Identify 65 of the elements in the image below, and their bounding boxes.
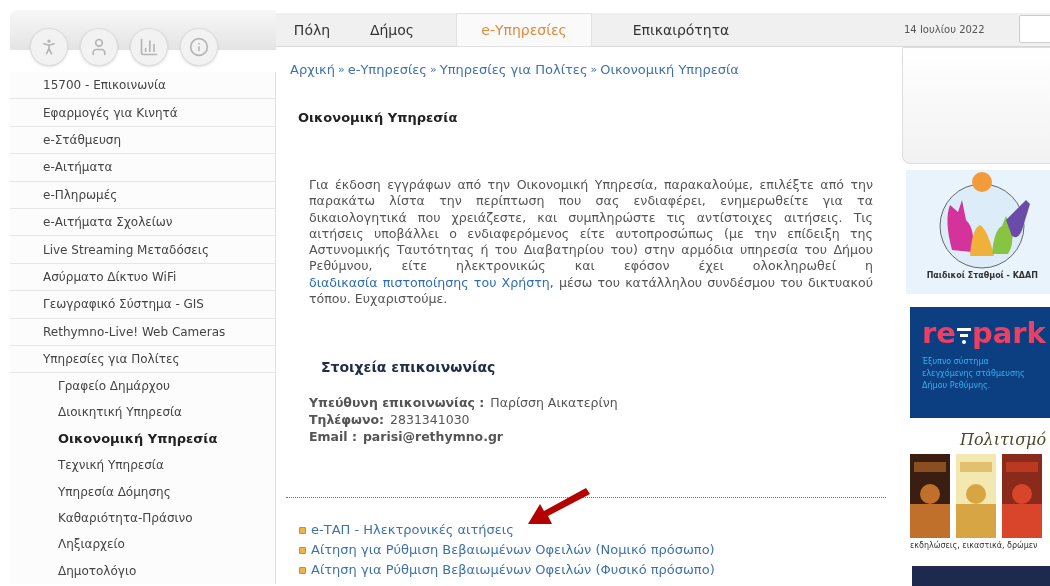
service-link[interactable]: e-ΤΑΠ - Ηλεκτρονικές αιτήσεις xyxy=(311,520,514,541)
service-link[interactable]: Αίτηση για Ρύθμιση Βεβαιωμένων Οφειλών (Νομικό πρόσωπο) xyxy=(311,540,715,561)
search-field[interactable] xyxy=(1018,15,1050,44)
breadcrumb-separator: » xyxy=(590,61,598,78)
breadcrumb-separator: » xyxy=(337,61,345,78)
breadcrumb-link[interactable]: Υπηρεσίες για Πολίτες xyxy=(439,60,588,80)
bar-chart-button[interactable] xyxy=(130,28,168,66)
banner-caption: Παιδικοί Σταθμοί - ΚΔΑΠ xyxy=(926,270,1038,283)
banner-text: ελεγχόμενης στάθμευσης xyxy=(922,367,1026,380)
sidebar-item[interactable]: e-Στάθμευση xyxy=(10,126,275,155)
contact-value: Παρίσση Αικατερίνη xyxy=(490,394,618,412)
breadcrumb-link[interactable]: e-Υπηρεσίες xyxy=(347,60,427,80)
contact-label: Τηλέφωνο: xyxy=(309,411,385,429)
sidebar-item[interactable]: Γραφείο Δημάρχου xyxy=(10,373,275,400)
logo-text: park xyxy=(972,318,1046,348)
sidebar-item[interactable]: Ληξιαρχείο xyxy=(10,531,275,559)
banner-text: Έξυπνο σύστημα xyxy=(922,355,990,368)
sidebar-item[interactable]: 15700 - Επικοινωνία xyxy=(10,72,275,100)
intro-paragraph: Για έκδοση εγγράφων από την Οικονομική Υπηρεσία, παρακαλούμε, επιλέξτε από την παρακάτω λίστα την περίπτωση που σας ενδιαφέρει, ενημερωθείτε για τα δικαιολογητικά που χρειάζεστε, και συμπληρώστε τις αντίστοιχες αιτήσεις. Τις αιτήσεις υποβάλλει ο ενδιαφερόμενος είτε αυτοπροσώπως (με την επίδειξη της Αστυνομικής Ταυτότητας ή του Διαβατηρίου του) στην αρμόδια υπηρεσία του Δήμου Ρεθύμνου, είτε ηλεκτρονικώς και εφόσον έχει ολοκληρωθεί η διαδικασία πιστοποίησης του Χρήστη, μέσω του κατάλληλου συνδέσμου του δικτυακού τόπου. Ευχαριστούμε. xyxy=(309,177,873,308)
certification-link[interactable]: διαδικασία πιστοποίησης του Χρήστη xyxy=(309,274,550,290)
bullet-icon xyxy=(299,566,306,574)
date-text: 14 Ιουλίου 2022 xyxy=(904,22,985,37)
sidebar-item[interactable]: Υπηρεσίες για Πολίτες xyxy=(10,345,275,374)
sidebar-item[interactable]: e-Πληρωμές xyxy=(10,181,275,209)
bullet-icon xyxy=(299,546,306,554)
nav-tab[interactable]: Επικαιρότητα xyxy=(606,13,756,47)
info-button[interactable] xyxy=(180,28,218,66)
breadcrumb-link[interactable]: Οικονομική Υπηρεσία xyxy=(600,60,739,80)
banner-title[interactable]: Πολιτισμό xyxy=(910,428,1050,453)
sidebar-item[interactable]: Οικονομική Υπηρεσία xyxy=(10,426,275,453)
user-icon xyxy=(89,37,109,57)
breadcrumb-separator: » xyxy=(430,61,437,78)
contact-label: Email : xyxy=(309,428,357,446)
sidebar-item[interactable]: Live Streaming Μεταδόσεις xyxy=(10,236,275,264)
dark-banner[interactable] xyxy=(912,566,1050,586)
nav-tab[interactable]: Πόλη xyxy=(282,13,342,47)
breadcrumb-link[interactable]: Αρχική xyxy=(290,60,335,80)
banner-caption: εκδηλώσεις, εικαστικά, δρώμεν xyxy=(910,540,1039,553)
user-button[interactable] xyxy=(80,28,118,66)
section-heading: Στοιχεία επικοινωνίας xyxy=(320,358,497,378)
sidebar-item[interactable]: Υπηρεσία Δόμησης xyxy=(10,478,275,506)
sidebar-item[interactable]: e-Αιτήματα Σχολείων xyxy=(10,208,275,237)
sidebar-item[interactable]: Τεχνική Υπηρεσία xyxy=(10,452,275,479)
sidebar-item[interactable]: Εφαρμογές για Κινητά xyxy=(10,99,275,127)
sidebar-item[interactable]: Δημοτολόγιο xyxy=(10,558,275,585)
sidebar-item[interactable]: Rethymno-Live! Web Cameras xyxy=(10,318,275,346)
sidebar-item[interactable]: e-Αιτήματα xyxy=(10,154,275,182)
parking-banner[interactable]: re park Έξυπνο σύστημα ελεγχόμενης στάθμευσης Δήμου Ρεθύμνης. xyxy=(910,306,1050,419)
sidebar-item[interactable]: Διοικητική Υπηρεσία xyxy=(10,399,275,427)
contact-label: Υπεύθυνη επικοινωνίας : xyxy=(309,394,485,412)
page-title: Οικονομική Υπηρεσία xyxy=(297,108,459,127)
banner-text: Δήμου Ρεθύμνης. xyxy=(922,379,992,392)
sidebar-item[interactable]: Ασύρματο Δίκτυο WiFi xyxy=(10,263,275,292)
service-link[interactable]: Αίτηση για Ρύθμιση Βεβαιωμένων Οφειλών (Φυσικό πρόσωπο) xyxy=(311,560,715,581)
bar-chart-icon xyxy=(139,37,159,57)
bullet-icon xyxy=(299,526,306,534)
logo-text: re xyxy=(922,318,956,348)
nav-tab[interactable]: Δήμος xyxy=(342,13,442,47)
person-button[interactable] xyxy=(30,28,68,66)
sidebar-item[interactable]: Γεωγραφικό Σύστημα - GIS xyxy=(10,291,275,319)
info-icon xyxy=(189,37,209,57)
childcare-banner[interactable]: Παιδικοί Σταθμοί - ΚΔΑΠ xyxy=(906,170,1050,294)
sidebar-item[interactable]: Καθαριότητα-Πράσινο xyxy=(10,505,275,532)
contact-value: parisi@rethymno.gr xyxy=(362,428,504,446)
contact-value: 2831341030 xyxy=(390,411,470,429)
